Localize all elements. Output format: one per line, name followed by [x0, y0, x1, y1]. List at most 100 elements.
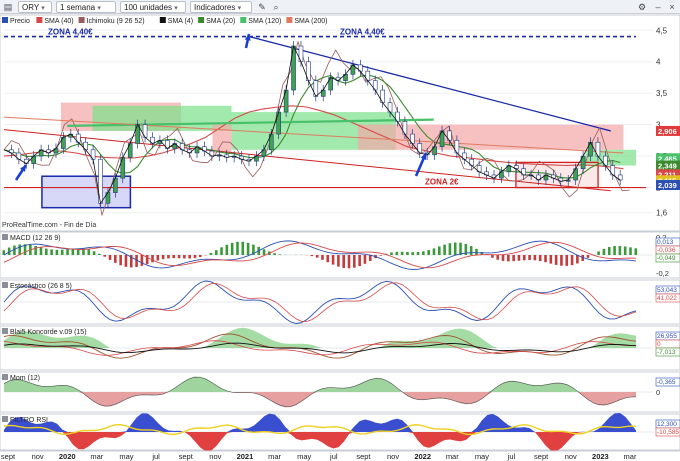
panel-value-label: -10,585: [657, 429, 679, 436]
legend-swatch: [286, 17, 293, 23]
y-tick-label: 1,6: [656, 209, 668, 218]
panel-value-label: 53,043: [657, 287, 677, 294]
macd-histogram-bar: [273, 253, 276, 255]
macd-histogram-bar: [406, 251, 409, 255]
macd-histogram-bar: [533, 255, 537, 261]
macd-histogram-bar: [225, 244, 229, 255]
panel-value-label: 41,022: [657, 295, 677, 302]
macd-histogram-bar: [613, 246, 616, 255]
x-tick-label: nov: [32, 452, 44, 461]
macd-histogram-bar: [586, 255, 590, 258]
macd-histogram-bar: [114, 255, 117, 263]
macd-histogram-bar: [395, 251, 399, 255]
macd-histogram-bar: [565, 255, 569, 266]
panel-value-label: 26,955: [657, 333, 677, 340]
macd-histogram-bar: [310, 255, 314, 257]
macd-histogram-bar: [321, 255, 324, 260]
panel-value-label: -0,036: [657, 247, 676, 254]
macd-histogram-bar: [145, 255, 149, 265]
macd-histogram-bar: [172, 255, 176, 259]
x-tick-label: nov: [565, 452, 577, 461]
zona-bottom-label: ZONA 2€: [425, 178, 459, 187]
y-tick-label: 4: [656, 58, 661, 67]
macd-histogram-bar: [353, 255, 356, 268]
macd-histogram-bar: [55, 249, 59, 255]
x-tick-label: may: [119, 452, 133, 461]
panel-value-label: 0,013: [657, 239, 674, 246]
macd-histogram-bar: [66, 249, 69, 255]
macd-histogram-bar: [517, 255, 521, 261]
panel-label-swatch: [2, 328, 8, 334]
price-badge-label: 2,906: [658, 127, 677, 136]
macd-histogram-bar: [522, 255, 526, 261]
macd-histogram-bar: [379, 255, 383, 256]
price-badge-label: 2,349: [658, 162, 677, 171]
legend-swatch: [36, 17, 43, 23]
panel-label: Blai5 Koncorde v.09 (15): [10, 329, 87, 336]
x-tick-label: 2023: [592, 452, 609, 461]
macd-histogram-bar: [183, 255, 186, 259]
macd-histogram-bar: [119, 255, 122, 266]
macd-histogram-bar: [554, 255, 558, 265]
panel-label-swatch: [2, 282, 8, 288]
panel-tick-label: 0: [656, 388, 660, 397]
macd-histogram-bar: [278, 254, 282, 255]
macd-histogram-bar: [443, 244, 446, 255]
macd-histogram-bar: [427, 250, 430, 255]
macd-histogram-bar: [390, 252, 393, 255]
zona-top-label: ZONA 4,40€: [340, 28, 385, 37]
macd-histogram-bar: [416, 251, 420, 255]
x-tick-label: sept: [534, 452, 549, 461]
macd-histogram-bar: [358, 255, 361, 267]
macd-histogram-bar: [623, 246, 627, 255]
y-tick-label: 3,5: [656, 89, 668, 98]
legend-entry: SMA (120): [248, 18, 281, 25]
macd-histogram-bar: [103, 255, 107, 257]
macd-histogram-bar: [422, 251, 425, 255]
panel-label-swatch: [2, 374, 8, 380]
x-tick-label: may: [475, 452, 489, 461]
macd-histogram-bar: [151, 255, 154, 263]
x-tick-label: 2021: [237, 452, 254, 461]
ichimoku-cloud: [357, 124, 624, 150]
macd-histogram-bar: [188, 255, 191, 259]
macd-histogram-bar: [156, 255, 160, 261]
macd-histogram-bar: [18, 244, 22, 255]
macd-histogram-bar: [124, 255, 128, 267]
macd-histogram-bar: [177, 255, 181, 259]
macd-histogram-bar: [448, 243, 452, 255]
macd-histogram-bar: [528, 255, 531, 261]
macd-histogram-bar: [363, 255, 367, 264]
panel-value-label: -7,013: [657, 349, 676, 356]
legend-swatch: [159, 17, 166, 23]
x-tick-label: sept: [1, 452, 16, 461]
macd-histogram-bar: [209, 252, 213, 255]
macd-histogram-bar: [347, 255, 351, 269]
macd-histogram-bar: [161, 255, 165, 260]
macd-histogram-bar: [167, 255, 170, 259]
panel-value-label: -0,365: [657, 379, 676, 386]
macd-histogram-bar: [326, 255, 330, 263]
panel-value-label: -0,049: [657, 255, 676, 262]
macd-histogram-bar: [98, 253, 101, 255]
macd-histogram-bar: [342, 255, 345, 268]
macd-histogram-bar: [368, 255, 372, 261]
macd-histogram-bar: [262, 249, 266, 255]
legend-entry: Ichimoku (9 26 52): [87, 18, 145, 25]
macd-histogram-bar: [570, 255, 574, 266]
panel-label-swatch: [2, 234, 8, 240]
macd-histogram-bar: [39, 247, 43, 255]
macd-histogram-bar: [44, 248, 48, 255]
legend-entry: SMA (40): [44, 18, 73, 25]
macd-histogram-bar: [400, 251, 404, 255]
x-tick-label: nov: [387, 452, 399, 461]
x-tick-label: sept: [356, 452, 371, 461]
legend-swatch: [78, 17, 85, 23]
macd-histogram-bar: [560, 255, 563, 266]
macd-histogram-bar: [193, 255, 197, 259]
macd-histogram-bar: [411, 252, 415, 255]
macd-histogram-bar: [437, 246, 441, 255]
x-tick-label: jul: [151, 452, 160, 461]
macd-histogram-bar: [576, 255, 579, 264]
x-tick-label: mar: [90, 452, 103, 461]
